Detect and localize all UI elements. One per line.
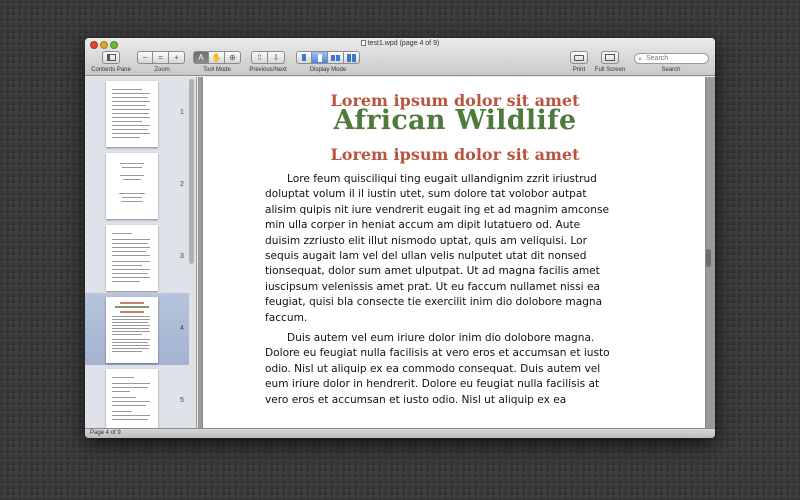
prev-next-label: Previous/Next [249,67,287,73]
actual-size-button[interactable]: = [153,51,169,64]
thumbnail-page-number: 2 [180,181,184,188]
continuous-button[interactable] [312,51,328,64]
tool-mode-label: Tool Mode [203,67,231,73]
search-icon: ⌕ [638,56,642,63]
body-paragraph: Lore feum quisciliqui ting eugait ulland… [265,173,610,324]
two-page-continuous-icon [347,54,356,62]
continuous-page-icon [317,54,322,62]
full-screen-label: Full Screen [594,67,626,73]
thumbnail-page-number: 4 [180,325,184,332]
contents-pane-label: Contents Pane [91,67,131,73]
contents-pane-group [102,51,120,64]
thumbnail-row[interactable]: 5 [85,365,189,428]
tool-mode-group: A ✋ ⊕ [193,51,241,64]
page-thumbnail[interactable] [106,225,158,291]
arrow-down-icon: ⇩ [272,53,280,62]
page-thumbnail[interactable] [106,297,158,363]
display-mode-group [296,51,360,64]
zoom-tool-button[interactable]: ⊕ [225,51,241,64]
text-tool-button[interactable]: A [193,51,209,64]
print-button[interactable] [570,51,588,64]
next-page-button[interactable]: ⇩ [268,51,285,64]
zoom-in-icon: + [174,53,179,62]
body-paragraph: Duis autem vel eum iriure dolor inim dio… [265,332,610,406]
two-page-continuous-button[interactable] [344,51,360,64]
sidebar-scrollbar[interactable] [189,79,194,264]
full-screen-button[interactable] [601,51,619,64]
thumbnail-page-number: 3 [180,253,184,260]
thumbnail-page-number: 1 [180,109,184,116]
zoom-group: − = + [137,51,185,64]
zoom-label: Zoom [154,67,170,73]
hand-tool-icon: ✋ [211,53,222,62]
page-thumbnail[interactable] [106,81,158,147]
full-screen-icon [605,54,615,61]
two-page-button[interactable] [328,51,344,64]
thumbnail-row-selected[interactable]: 4 [85,293,189,365]
zoom-tool-icon: ⊕ [229,53,236,62]
page-thumbnail[interactable] [106,369,158,428]
page-title: African Wildlife [333,105,577,136]
window-title-text: test1.wpd (page 4 of 9) [367,40,440,47]
status-bar: Page 4 of 9 [85,428,715,438]
text-tool-icon: A [198,53,204,62]
search-placeholder: Search [646,55,669,62]
print-label: Print [572,67,586,73]
prev-next-group: ⇧ ⇩ [251,51,285,64]
page-heading-sub: Lorem ipsum dolor sit amet [330,145,580,164]
thumbnail-row[interactable]: 2 [85,149,189,221]
full-screen-group [601,51,619,64]
zoom-out-button[interactable]: − [137,51,153,64]
document-proxy-icon[interactable] [360,40,366,46]
thumbnail-row[interactable]: 1 [85,77,189,149]
document-view: Lorem ipsum dolor sit amet African Wildl… [198,77,715,428]
actual-size-icon: = [158,53,163,62]
display-mode-label: Display Mode [309,67,347,73]
single-page-button[interactable] [296,51,312,64]
thumbnail-sidebar: 1 2 3 4 5 [85,77,197,428]
page-info: Page 4 of 9 [90,430,121,436]
printer-icon [574,55,584,61]
arrow-up-icon: ⇧ [256,53,263,62]
thumbnail-row[interactable]: 3 [85,221,189,293]
print-group [570,51,588,64]
search-field[interactable]: ⌕ Search [634,53,709,64]
app-window: test1.wpd (page 4 of 9) Contents Pane − … [85,38,715,438]
hand-tool-button[interactable]: ✋ [209,51,225,64]
page-thumbnail[interactable] [106,153,158,219]
contents-pane-button[interactable] [102,51,120,64]
document-scrollbar[interactable] [706,249,711,267]
window-title: test1.wpd (page 4 of 9) [85,40,715,47]
single-page-icon [302,54,306,61]
toolbar: test1.wpd (page 4 of 9) Contents Pane − … [85,38,715,76]
sidebar-toggle-icon [106,54,116,61]
document-page: Lorem ipsum dolor sit amet African Wildl… [202,77,706,428]
search-label: Search [661,67,681,73]
zoom-out-icon: − [142,53,148,62]
zoom-in-button[interactable]: + [169,51,185,64]
thumbnail-page-number: 5 [180,397,184,404]
two-page-icon [331,55,340,61]
previous-page-button[interactable]: ⇧ [251,51,268,64]
